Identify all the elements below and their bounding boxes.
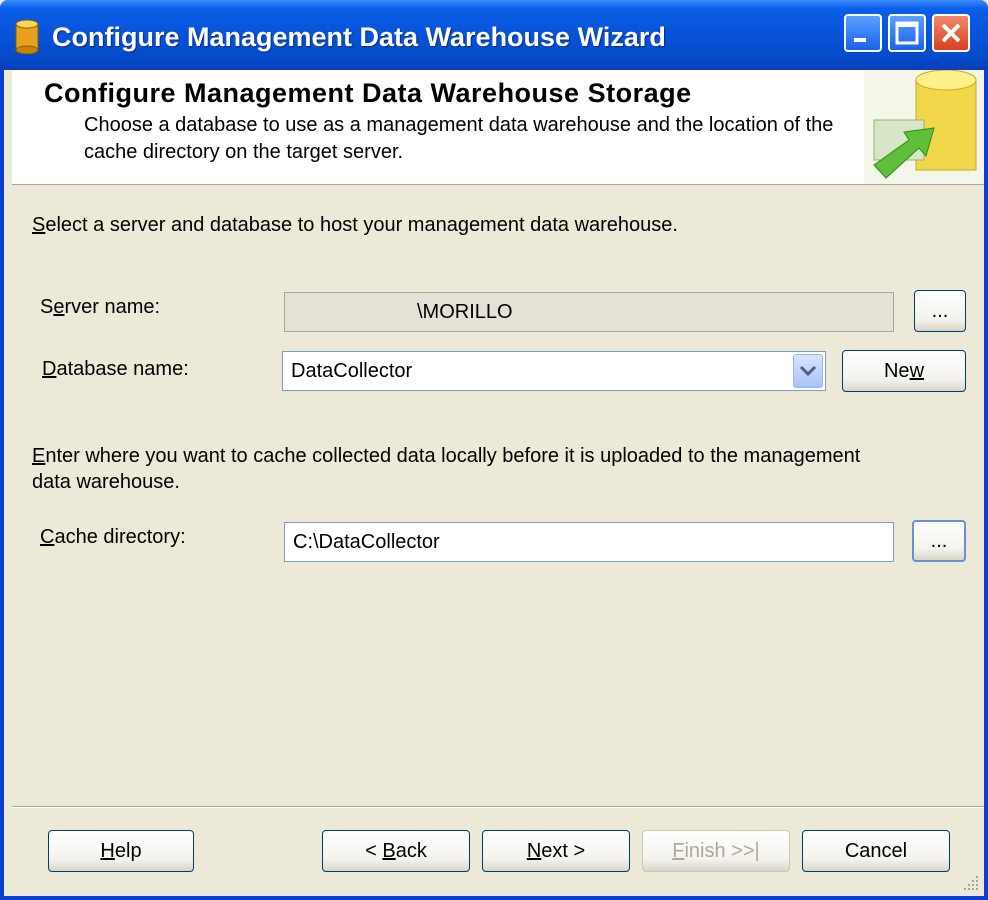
cache-browse-button[interactable]: ... xyxy=(912,520,966,562)
next-button[interactable]: Next > xyxy=(482,830,630,872)
maximize-icon xyxy=(895,21,919,45)
server-name-field[interactable]: \MORILLO xyxy=(284,292,894,332)
cache-instruction: Enter where you want to cache collected … xyxy=(32,445,861,467)
wizard-window: Configure Management Data Warehouse Wiza… xyxy=(0,0,988,900)
cache-directory-label: Cache directory: xyxy=(40,526,186,548)
back-button[interactable]: < Back xyxy=(322,830,470,872)
warehouse-wizard-icon xyxy=(864,70,984,184)
database-name-value: DataCollector xyxy=(291,360,413,382)
database-name-combobox[interactable]: DataCollector xyxy=(282,351,826,391)
minimize-button[interactable] xyxy=(844,14,882,52)
server-instruction: Select a server and database to host you… xyxy=(32,214,678,236)
footer-divider xyxy=(12,806,984,808)
dropdown-button[interactable] xyxy=(793,354,823,388)
resize-grip-icon[interactable] xyxy=(962,874,980,892)
cache-directory-field[interactable]: C:\DataCollector xyxy=(284,522,894,562)
server-name-label: Server name: xyxy=(40,296,161,318)
minimize-icon xyxy=(854,38,866,42)
cancel-button[interactable]: Cancel xyxy=(802,830,950,872)
wizard-header: Configure Management Data Warehouse Stor… xyxy=(12,70,984,185)
cache-instruction-line2: data warehouse. xyxy=(32,471,180,493)
help-button[interactable]: Help xyxy=(48,830,194,872)
page-description: Choose a database to use as a management… xyxy=(84,114,834,163)
new-database-button[interactable]: New xyxy=(842,350,966,392)
database-name-label: Database name: xyxy=(42,358,189,380)
maximize-button[interactable] xyxy=(888,14,926,52)
server-browse-button[interactable]: ... xyxy=(914,290,966,332)
title-bar[interactable]: Configure Management Data Warehouse Wiza… xyxy=(0,0,988,70)
window-title: Configure Management Data Warehouse Wiza… xyxy=(52,22,666,52)
close-button[interactable] xyxy=(932,14,970,52)
close-icon xyxy=(941,23,961,43)
page-title: Configure Management Data Warehouse Stor… xyxy=(44,78,692,108)
chevron-down-icon xyxy=(799,365,817,377)
database-icon xyxy=(15,20,39,54)
finish-button[interactable]: Finish >>| xyxy=(642,830,790,872)
